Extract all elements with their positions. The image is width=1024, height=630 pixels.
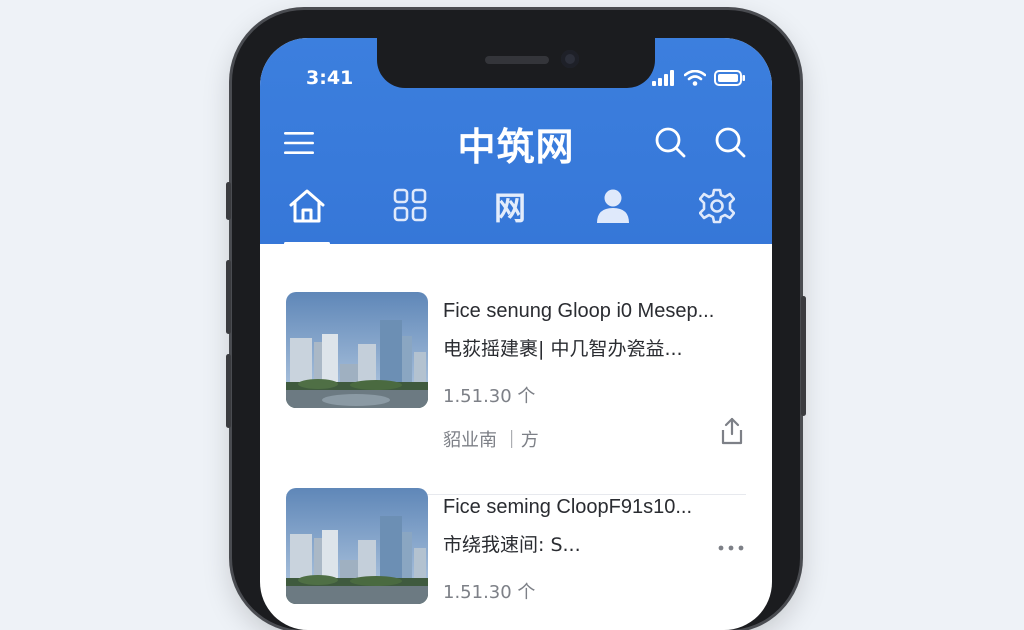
person-icon [597, 189, 629, 223]
gear-icon [699, 188, 735, 224]
more-dots-icon [718, 545, 744, 551]
tab-home[interactable] [277, 188, 337, 244]
share-icon [721, 417, 743, 445]
article-source: 貂业南 ｜方 [443, 430, 539, 451]
active-tab-indicator [284, 242, 330, 245]
grid-icon [393, 188, 427, 222]
article-thumbnail [286, 488, 428, 604]
building-photo [286, 488, 428, 604]
search-icon [715, 127, 746, 158]
wifi-icon [684, 70, 706, 86]
app-title: 中筑网 [457, 125, 575, 169]
tab-categories[interactable] [380, 188, 440, 244]
article-meta: 1.51.30 个 [443, 582, 536, 603]
front-camera [561, 50, 579, 68]
article-subtitle: 市绕我速间: S... [443, 534, 581, 556]
status-time: 3:41 [306, 67, 354, 89]
phone-notch [377, 38, 655, 88]
more-options-button[interactable] [716, 538, 746, 558]
tab-net-label: 网 [493, 189, 526, 227]
side-button-volume-down [226, 354, 231, 428]
article-title: Fice senung Gloop i0 Mesep... [443, 300, 715, 322]
building-photo [286, 292, 428, 408]
speaker-grille [485, 56, 549, 64]
home-icon [289, 189, 325, 223]
article-title: Fice seming CloopF91s10... [443, 496, 693, 518]
phone-screen: 3:41 中筑网 网 Fice senung Gloop i0 Mesep...… [260, 38, 772, 630]
phone-frame: 3:41 中筑网 网 Fice senung Gloop i0 Mesep...… [226, 10, 806, 630]
search-button[interactable] [652, 124, 688, 160]
tab-profile[interactable] [583, 188, 643, 244]
side-button-silent [226, 182, 231, 220]
article-meta: 1.51.30 个 [443, 386, 536, 407]
battery-icon [714, 70, 745, 86]
search-button-secondary[interactable] [712, 124, 748, 160]
article-thumbnail [286, 292, 428, 408]
list-item[interactable]: Fice seming CloopF91s10... 市绕我速间: S... 1… [286, 488, 746, 630]
tab-net[interactable]: 网 [480, 188, 540, 244]
article-subtitle: 电荻摇建裹| 中几智办瓷益... [443, 338, 683, 360]
share-button[interactable] [718, 416, 746, 446]
tab-settings[interactable] [687, 188, 747, 244]
side-button-power [801, 296, 806, 416]
side-button-volume-up [226, 260, 231, 334]
status-icons [652, 70, 746, 86]
search-icon [655, 127, 686, 158]
signal-icon [652, 70, 674, 86]
list-item[interactable]: Fice senung Gloop i0 Mesep... 电荻摇建裹| 中几智… [286, 292, 746, 462]
